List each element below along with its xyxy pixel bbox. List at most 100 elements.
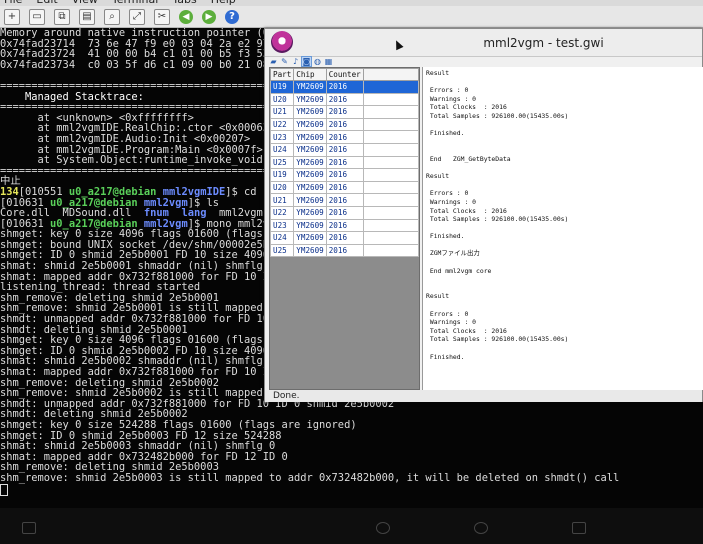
chip-cell: YM2609 xyxy=(293,205,327,220)
back-icon[interactable] xyxy=(376,522,390,534)
chip-cell: YM2609 xyxy=(293,218,327,233)
log-line: Total Clocks : 2016 xyxy=(426,103,507,112)
log-line: Total Samples : 926100.00(15435.00s) xyxy=(426,215,569,224)
column-header-chip[interactable]: Chip xyxy=(293,68,327,81)
music-note-icon[interactable]: ♪ xyxy=(291,57,300,66)
log-line: Errors : 0 xyxy=(426,86,469,95)
result-log[interactable]: Result Errors : 0 Warnings : 0 Total Clo… xyxy=(422,67,703,390)
part-cell: U23 xyxy=(270,218,295,233)
table-row[interactable]: U23 YM2609 2016 xyxy=(270,218,419,233)
table-row[interactable]: U20 YM2609 2016 xyxy=(270,180,419,195)
table-row[interactable]: U20 YM2609 2016 xyxy=(270,92,419,107)
new-window-icon[interactable]: ▭ xyxy=(29,8,45,25)
help-icon[interactable]: ? xyxy=(225,9,239,24)
keyboard-icon[interactable] xyxy=(22,522,36,534)
counter-cell: 2016 xyxy=(325,117,364,132)
log-line: Total Samples : 926100.00(15435.00s) xyxy=(426,111,569,120)
log-line: Warnings : 0 xyxy=(426,94,477,103)
counter-cell: 2016 xyxy=(325,92,364,107)
table-row[interactable]: U19 YM2609 2016 xyxy=(270,168,419,182)
part-cell: U25 xyxy=(270,155,295,170)
view-icon[interactable]: ◙ xyxy=(301,56,312,67)
text-cursor xyxy=(0,483,8,496)
counter-cell: 2016 xyxy=(325,130,364,144)
fullscreen-icon[interactable]: ⤢ xyxy=(129,8,145,25)
part-cell: U19 xyxy=(270,80,295,94)
counter-cell: 2016 xyxy=(325,105,364,119)
counter-cell: 2016 xyxy=(325,193,364,207)
status-bar: Done. xyxy=(265,390,702,402)
terminal-prompt-line[interactable] xyxy=(0,483,703,496)
copy-icon[interactable]: ⧉ xyxy=(54,8,70,25)
table-row[interactable]: U23 YM2609 2016 xyxy=(270,130,419,144)
counter-cell: 2016 xyxy=(325,231,364,245)
log-line: Warnings : 0 xyxy=(426,197,477,206)
chip-cell: YM2609 xyxy=(293,117,327,132)
part-list[interactable]: Part Chip Counter U19 YM2609 2016 U20 YM2609… xyxy=(269,67,420,390)
next-tab-icon[interactable]: ▶ xyxy=(202,9,216,24)
empty-cell xyxy=(362,180,419,195)
empty-cell xyxy=(362,105,419,119)
tools-icon[interactable]: ✎ xyxy=(280,57,289,66)
mml2vgm-window[interactable]: mml2vgm - test.gwi ▰ ✎ ♪ ◙ ◍ ▦ Part Chip… xyxy=(264,28,703,402)
log-line: Errors : 0 xyxy=(426,309,469,318)
open-icon[interactable]: ▰ xyxy=(269,57,278,66)
terminal-line: shm_remove: shmid 2e5b0003 is still mapp… xyxy=(0,473,703,484)
empty-cell xyxy=(362,142,419,157)
window-title: mml2vgm - test.gwi xyxy=(483,36,604,50)
empty-cell xyxy=(362,205,419,220)
recents-icon[interactable] xyxy=(572,522,586,534)
part-table[interactable]: Part Chip Counter U19 YM2609 2016 U20 YM2609… xyxy=(270,68,419,258)
chip-cell: YM2609 xyxy=(293,193,327,207)
log-line: Finished. xyxy=(426,232,465,241)
table-row[interactable]: U21 YM2609 2016 xyxy=(270,193,419,207)
counter-cell: 2016 xyxy=(325,218,364,233)
counter-cell: 2016 xyxy=(325,205,364,220)
empty-cell xyxy=(362,168,419,182)
chip-cell: YM2609 xyxy=(293,142,327,157)
empty-cell xyxy=(362,218,419,233)
counter-cell: 2016 xyxy=(325,168,364,182)
find-icon[interactable]: ⌕ xyxy=(104,8,120,25)
log-line: Total Clocks : 2016 xyxy=(426,206,507,215)
counter-cell: 2016 xyxy=(325,80,364,94)
log-line: Result xyxy=(426,292,450,301)
counter-cell: 2016 xyxy=(325,142,364,157)
part-cell: U22 xyxy=(270,117,295,132)
window-titlebar[interactable]: mml2vgm - test.gwi xyxy=(265,29,702,57)
new-tab-icon[interactable]: + xyxy=(4,8,20,25)
table-row[interactable]: U24 YM2609 2016 xyxy=(270,142,419,157)
part-cell: U20 xyxy=(270,92,295,107)
table-header-row: Part Chip Counter xyxy=(270,68,419,81)
table-row[interactable]: U22 YM2609 2016 xyxy=(270,205,419,220)
column-header-part[interactable]: Part xyxy=(270,68,295,81)
grid-icon[interactable]: ▦ xyxy=(324,57,333,66)
chip-cell: YM2609 xyxy=(293,243,327,258)
table-row[interactable]: U19 YM2609 2016 xyxy=(270,80,419,94)
part-cell: U21 xyxy=(270,193,295,207)
table-row[interactable]: U24 YM2609 2016 xyxy=(270,231,419,245)
chip-cell: YM2609 xyxy=(293,80,327,94)
table-row[interactable]: U25 YM2609 2016 xyxy=(270,243,419,258)
empty-cell xyxy=(362,80,419,94)
empty-cell xyxy=(362,130,419,144)
home-icon[interactable] xyxy=(474,522,488,534)
column-header-counter[interactable]: Counter xyxy=(325,68,364,81)
log-line: End ZGM_GetByteData xyxy=(426,154,511,163)
previous-tab-icon[interactable]: ◀ xyxy=(179,9,193,24)
part-cell: U19 xyxy=(270,168,295,182)
bottom-bar xyxy=(0,508,703,544)
empty-cell xyxy=(362,155,419,170)
table-row[interactable]: U25 YM2609 2016 xyxy=(270,155,419,170)
paste-icon[interactable]: ▤ xyxy=(79,8,95,25)
table-row[interactable]: U22 YM2609 2016 xyxy=(270,117,419,132)
log-line: Errors : 0 xyxy=(426,189,469,198)
preferences-icon[interactable]: ✂ xyxy=(154,8,170,25)
table-row[interactable]: U21 YM2609 2016 xyxy=(270,105,419,119)
loop-icon[interactable]: ◍ xyxy=(313,57,322,66)
